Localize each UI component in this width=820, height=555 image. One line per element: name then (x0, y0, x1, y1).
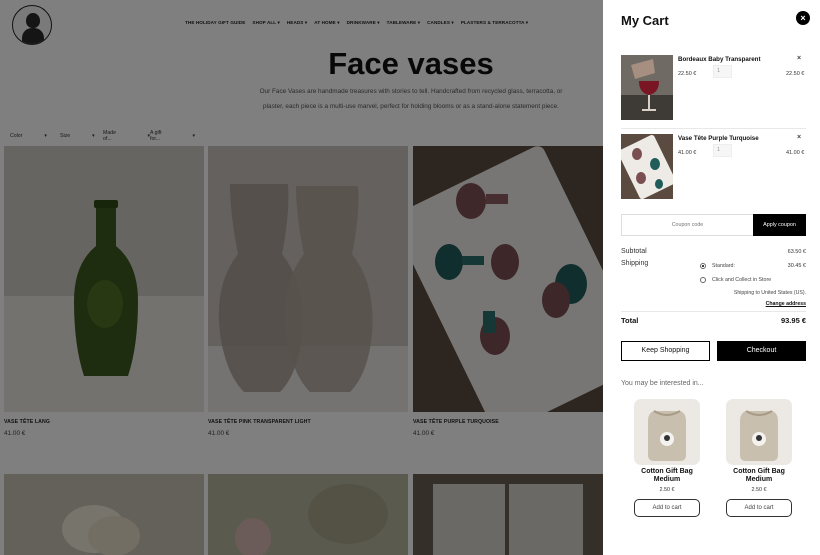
quantity-input[interactable]: 1 (713, 65, 732, 78)
recommendation-name[interactable]: Cotton Gift Bag Medium (725, 468, 793, 483)
vase-tete-photo (621, 134, 673, 199)
shipping-label: Shipping (621, 260, 649, 267)
recommendation-card: Cotton Gift Bag Medium 2.50 € Add to car… (633, 399, 701, 517)
apply-coupon-button[interactable]: Apply coupon (753, 214, 806, 236)
checkout-button[interactable]: Checkout (717, 341, 806, 361)
shipping-option-label: Standard: (712, 263, 735, 269)
shipping-option-click-collect[interactable]: Click and Collect in Store (700, 277, 771, 283)
page-dim-overlay[interactable] (0, 0, 603, 555)
quantity-input[interactable]: 1 (713, 144, 732, 157)
remove-item-icon[interactable]: × (797, 134, 801, 141)
shipping-destination: Shipping to United States (US). (733, 290, 806, 296)
total-value: 93.95 € (780, 316, 806, 325)
cart-item-price: 22.50 € (678, 71, 697, 77)
keep-shopping-button[interactable]: Keep Shopping (621, 341, 710, 361)
radio-icon[interactable] (700, 277, 706, 283)
recommendation-name[interactable]: Cotton Gift Bag Medium (633, 468, 701, 483)
cart-title: My Cart (621, 13, 669, 28)
change-address-link[interactable]: Change address (766, 301, 806, 307)
recommendation-image[interactable] (726, 399, 792, 465)
shipping-option-standard[interactable]: Standard: (700, 263, 735, 269)
total-label: Total (621, 316, 639, 325)
shipping-option-label: Click and Collect in Store (712, 277, 772, 283)
recommendation-price: 2.50 € (751, 487, 767, 493)
recommendation-image[interactable] (634, 399, 700, 465)
recommendation-card: Cotton Gift Bag Medium 2.50 € Add to car… (725, 399, 793, 517)
shipping-standard-value: 30.45 € (787, 263, 806, 269)
remove-item-icon[interactable]: × (797, 55, 801, 62)
wine-glass-photo (621, 55, 673, 120)
cart-item-price: 41.00 € (678, 150, 697, 156)
cart-drawer: My Cart × Bordeaux Baby Transparent × 22… (603, 0, 820, 555)
add-to-cart-button[interactable]: Add to cart (634, 499, 700, 517)
close-icon[interactable]: × (796, 11, 810, 25)
recommendation-price: 2.50 € (659, 487, 675, 493)
cart-item-total: 22.50 € (786, 71, 805, 77)
divider (621, 311, 806, 312)
add-to-cart-button[interactable]: Add to cart (726, 499, 792, 517)
cart-item-thumbnail[interactable] (621, 134, 673, 199)
cart-item-total: 41.00 € (786, 150, 805, 156)
gift-bag-photo (726, 399, 792, 465)
subtotal-value: 63.50 € (787, 249, 806, 255)
coupon-code-input[interactable] (621, 214, 754, 236)
cart-item-name[interactable]: Bordeaux Baby Transparent (678, 56, 761, 63)
subtotal-label: Subtotal (621, 248, 647, 255)
gift-bag-photo (634, 399, 700, 465)
radio-selected-icon[interactable] (700, 263, 706, 269)
divider (621, 128, 806, 129)
cart-item-name[interactable]: Vase Tête Purple Turquoise (678, 135, 759, 142)
cart-item-thumbnail[interactable] (621, 55, 673, 120)
recommendations-heading: You may be interested in... (621, 380, 704, 387)
